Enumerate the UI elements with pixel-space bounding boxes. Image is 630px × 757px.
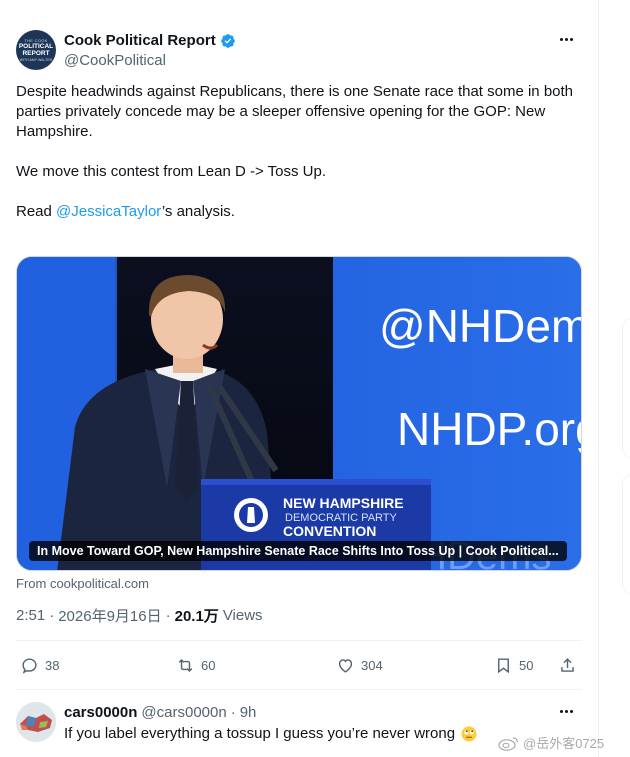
more-options-icon[interactable] [555, 30, 577, 48]
verified-badge-icon[interactable] [220, 33, 236, 49]
read-suffix: ’s analysis. [161, 203, 235, 220]
backdrop-text: NHDP.org [397, 403, 582, 455]
reply-text-content: If you label everything a tossup I guess… [64, 725, 456, 742]
card-title[interactable]: In Move Toward GOP, New Hampshire Senate… [29, 541, 567, 561]
tweet-text: Despite headwinds against Republicans, t… [16, 82, 582, 222]
tweet-date[interactable]: 2026年9月16日 [58, 605, 161, 626]
reply-text: If you label everything a tossup I guess… [64, 725, 477, 742]
bookmark-icon [498, 658, 509, 674]
tweet-meta: 2:51 · 2026年9月16日 · 20.1万 Views [16, 605, 263, 626]
map-avatar-image [16, 702, 56, 742]
bookmark-count: 50 [519, 658, 534, 673]
like-count: 304 [361, 658, 383, 673]
eye-roll-emoji-icon [461, 726, 477, 741]
tweet-text-paragraph: Despite headwinds against Republicans, t… [16, 83, 574, 140]
podium-text: CONVENTION [283, 523, 376, 539]
reply-more-options-icon[interactable] [555, 702, 577, 720]
meta-separator: · [165, 607, 171, 624]
reply-separator: · [230, 704, 236, 721]
reply-avatar[interactable] [16, 702, 56, 742]
tweet-time[interactable]: 2:51 [16, 607, 45, 624]
backdrop-text: @NHDems [379, 300, 582, 352]
mention-link[interactable]: @JessicaTaylor [56, 203, 162, 220]
like-button[interactable]: 304 [336, 656, 383, 675]
author-name[interactable]: Cook Political Report [64, 32, 216, 49]
tweet-column: THE COOK POLITICAL REPORT WITH AMY WALTE… [0, 0, 598, 757]
avatar-text-line: WITH AMY WALTER [19, 58, 53, 62]
heart-icon [338, 659, 353, 673]
reply-count: 38 [45, 658, 60, 673]
divider [16, 689, 582, 690]
reply-icon [22, 658, 37, 674]
retweet-button[interactable]: 60 [176, 656, 215, 675]
reply-button[interactable]: 38 [20, 656, 59, 675]
author-name-row: Cook Political Report [64, 32, 236, 49]
author-handle[interactable]: @CookPolitical [64, 52, 166, 69]
watermark: @岳外客0725 [498, 733, 604, 752]
share-icon [561, 658, 574, 672]
avatar-text-line: POLITICAL [18, 43, 54, 50]
link-card[interactable]: @NHDems NHDP.org #NHDems NEW HAMPSHIRE D… [16, 256, 582, 571]
read-prefix: Read [16, 203, 57, 220]
meta-separator: · [49, 607, 55, 624]
views-count[interactable]: 20.1万 [175, 605, 219, 626]
card-photo: @NHDems NHDP.org #NHDems NEW HAMPSHIRE D… [17, 257, 582, 570]
retweet-count: 60 [201, 658, 216, 673]
divider [16, 640, 582, 641]
bookmark-button[interactable]: 50 [494, 656, 533, 675]
retweet-icon [178, 658, 193, 673]
sidebar-card-edge [622, 318, 630, 458]
reply-author-name[interactable]: cars0000n [64, 704, 137, 721]
weibo-logo-icon [498, 736, 519, 751]
podium-text: NEW HAMPSHIRE [283, 495, 404, 511]
sidebar-card-edge [622, 474, 630, 594]
author-avatar[interactable]: THE COOK POLITICAL REPORT WITH AMY WALTE… [16, 30, 56, 70]
column-divider [598, 0, 599, 757]
avatar-text-line: REPORT [22, 50, 50, 57]
tweet-text-paragraph: We move this contest from Lean D -> Toss… [16, 163, 326, 180]
watermark-text: @岳外客0725 [523, 736, 605, 751]
reply-time[interactable]: 9h [240, 704, 257, 721]
share-button[interactable] [558, 656, 577, 675]
tweet-text-paragraph: Read @JessicaTaylor’s analysis. [16, 202, 582, 222]
views-label: Views [222, 607, 263, 624]
reply-header: cars0000n @cars0000n · 9h [64, 704, 256, 721]
reply-author-handle[interactable]: @cars0000n [141, 704, 226, 721]
card-source[interactable]: From cookpolitical.com [16, 576, 149, 591]
